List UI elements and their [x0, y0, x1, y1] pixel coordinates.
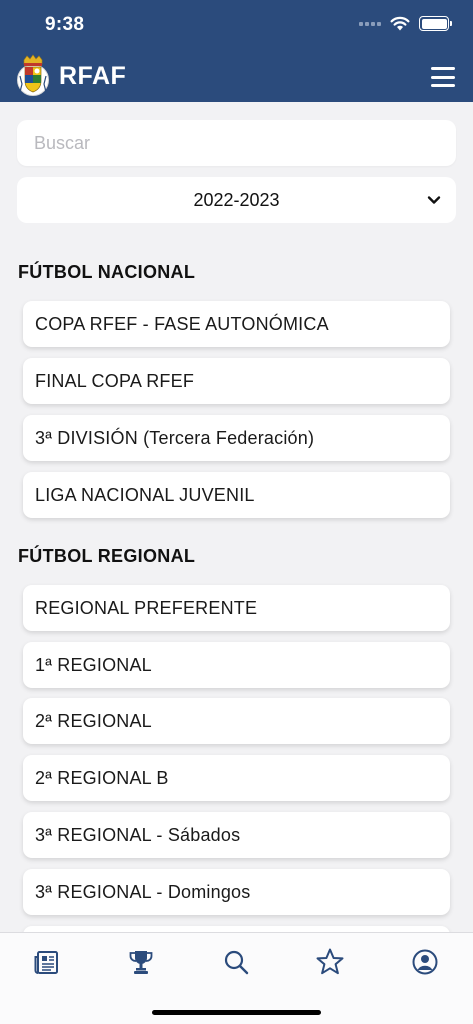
- competition-item-2a-regional[interactable]: 2ª REGIONAL: [23, 698, 450, 744]
- season-dropdown[interactable]: 2022-2023: [17, 177, 456, 223]
- hamburger-menu-icon[interactable]: [431, 67, 455, 87]
- tab-favorites[interactable]: [313, 945, 347, 979]
- competition-item-tercera-division[interactable]: 3ª DIVISIÓN (Tercera Federación): [23, 415, 450, 461]
- section-title-futbol-nacional: FÚTBOL NACIONAL: [18, 262, 196, 282]
- profile-icon: [412, 949, 438, 975]
- competition-item-3a-regional-sabados[interactable]: 3ª REGIONAL - Sábados: [23, 812, 450, 858]
- status-bar: 9:38: [0, 0, 473, 50]
- app-header: RFAF: [0, 50, 473, 102]
- season-selected-value: 2022-2023: [193, 189, 280, 210]
- section-title-futbol-regional: FÚTBOL REGIONAL: [18, 546, 196, 566]
- tab-competitions[interactable]: [124, 945, 158, 979]
- bottom-tab-bar: [0, 932, 473, 1024]
- news-icon: [34, 951, 58, 974]
- search-icon: [224, 950, 249, 975]
- competition-item-3a-regional-domingos[interactable]: 3ª REGIONAL - Domingos: [23, 869, 450, 915]
- cellular-signal-icon: [359, 21, 381, 26]
- wifi-icon: [390, 16, 410, 31]
- competition-item-liga-nacional-juvenil[interactable]: LIGA NACIONAL JUVENIL: [23, 472, 450, 518]
- competition-item-copa-rfef-fase-autonomica[interactable]: COPA RFEF - FASE AUTONÓMICA: [23, 301, 450, 347]
- trophy-icon: [129, 951, 153, 974]
- competition-item-2a-regional-b[interactable]: 2ª REGIONAL B: [23, 755, 450, 801]
- competition-item-regional-preferente[interactable]: REGIONAL PREFERENTE: [23, 585, 450, 631]
- search-input[interactable]: [17, 120, 456, 166]
- status-time: 9:38: [45, 14, 85, 35]
- chevron-down-icon: [427, 196, 441, 204]
- home-indicator: [152, 1010, 321, 1015]
- tab-search[interactable]: [219, 945, 253, 979]
- star-icon: [316, 948, 344, 975]
- tab-news[interactable]: [30, 945, 64, 979]
- rfaf-crest-logo: [17, 54, 49, 96]
- tab-profile[interactable]: [408, 945, 442, 979]
- competitions-list[interactable]: 2022-2023 FÚTBOL NACIONAL COPA RFEF - FA…: [0, 102, 473, 932]
- competition-item-final-copa-rfef[interactable]: FINAL COPA RFEF: [23, 358, 450, 404]
- competition-item-1a-regional[interactable]: 1ª REGIONAL: [23, 642, 450, 688]
- app-title: RFAF: [59, 62, 127, 90]
- battery-icon: [419, 16, 452, 31]
- status-icons: [359, 16, 452, 31]
